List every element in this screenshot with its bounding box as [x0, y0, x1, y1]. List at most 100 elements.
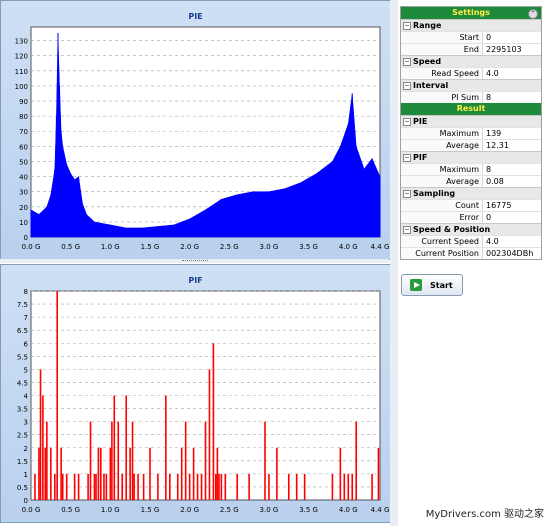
pif-chart-panel: PIF 8 7.5 7 6.5 6 5.5 5 4.5 4 3.5 3 2.5 2 1.5 1 0.5 0 0.0 …	[0, 264, 391, 523]
collapse-toggle-icon[interactable]: −	[403, 58, 411, 66]
x-tick-label: 1.5 G	[141, 243, 160, 251]
y-tick-label: 80	[19, 113, 28, 121]
section-label: PIE	[413, 117, 428, 126]
x-tick-label: 3.0 G	[260, 243, 279, 251]
y-tick-label: 60	[19, 143, 28, 151]
x-tick-label: 1.5 G	[141, 506, 160, 514]
collapse-toggle-icon[interactable]: −	[403, 82, 411, 90]
property-key: Average	[401, 140, 483, 151]
property-row[interactable]: Maximum 8	[401, 163, 541, 175]
section-speed[interactable]: − Speed	[401, 55, 541, 67]
x-tick-label: 2.0 G	[180, 243, 199, 251]
pif-chart: PIF 8 7.5 7 6.5 6 5.5 5 4.5 4 3.5 3 2.5 2 1.5 1 0.5 00.0 …	[17, 276, 390, 514]
property-row[interactable]: Count 16775	[401, 199, 541, 211]
x-tick-label: 0.5 G	[61, 243, 80, 251]
property-value[interactable]: 139	[483, 128, 541, 139]
collapse-toggle-icon[interactable]: −	[403, 154, 411, 162]
settings-header-label: Settings	[452, 8, 490, 17]
property-value[interactable]: 8	[483, 164, 541, 175]
section-label: Range	[413, 21, 442, 30]
property-key: Maximum	[401, 128, 483, 139]
settings-header: Settings ⌃	[401, 7, 541, 19]
property-key: Current Position	[401, 248, 483, 259]
property-key: Start	[401, 32, 483, 43]
property-value[interactable]: 002304DBh	[483, 248, 541, 259]
y-tick-label: 90	[19, 98, 28, 106]
property-row[interactable]: Maximum 139	[401, 127, 541, 139]
x-tick-label: 0.5 G	[61, 506, 80, 514]
splitter-grip[interactable]	[182, 260, 208, 263]
y-tick-label: 3	[24, 419, 28, 427]
property-row[interactable]: End 2295103	[401, 43, 541, 55]
result-header: Result	[401, 103, 541, 115]
x-tick-label: 2.5 G	[220, 506, 239, 514]
y-tick-label: 130	[15, 38, 28, 46]
x-tick-label: 1.0 G	[101, 243, 120, 251]
y-tick-label: 50	[19, 158, 28, 166]
section-pie[interactable]: − PIE	[401, 115, 541, 127]
section-pif[interactable]: − PIF	[401, 151, 541, 163]
chart-splitter[interactable]	[0, 259, 389, 263]
property-row[interactable]: Read Speed 4.0	[401, 67, 541, 79]
y-tick-label: 0	[24, 234, 28, 242]
property-value[interactable]: 12.31	[483, 140, 541, 151]
pie-chart: PIE13012011010090807060504030201000.0 G0…	[15, 12, 390, 251]
y-tick-label: 2.5	[17, 432, 28, 440]
property-row[interactable]: Error 0	[401, 211, 541, 223]
section-interval[interactable]: − Interval	[401, 79, 541, 91]
property-row[interactable]: Start 0	[401, 31, 541, 43]
x-tick-label: 1.0 G	[101, 506, 120, 514]
property-row[interactable]: PI Sum 8	[401, 91, 541, 103]
y-tick-label: 70	[19, 128, 28, 136]
property-value[interactable]: 0	[483, 212, 541, 223]
panel-divider[interactable]	[390, 0, 398, 526]
section-label: Speed & Position	[413, 225, 491, 234]
x-tick-label: 4.0 G	[339, 506, 358, 514]
property-key: PI Sum	[401, 92, 483, 103]
property-value[interactable]: 0	[483, 32, 541, 43]
collapse-icon[interactable]: ⌃	[528, 9, 538, 19]
property-key: Error	[401, 212, 483, 223]
settings-grid: Settings ⌃ − Range Start 0 End 2295103− Speed R…	[400, 6, 542, 260]
property-row[interactable]: Average 12.31	[401, 139, 541, 151]
y-tick-label: 120	[15, 53, 28, 61]
property-value[interactable]: 2295103	[483, 44, 541, 55]
property-key: Count	[401, 200, 483, 211]
collapse-toggle-icon[interactable]: −	[403, 22, 411, 30]
y-tick-label: 4	[24, 393, 29, 401]
y-tick-label: 110	[15, 68, 28, 76]
start-button[interactable]: Start	[401, 274, 463, 296]
x-tick-label: 4.4 G	[371, 506, 390, 514]
y-tick-label: 0.5	[17, 484, 28, 492]
x-tick-label: 0.0 G	[22, 506, 41, 514]
collapse-toggle-icon[interactable]: −	[403, 190, 411, 198]
section-label: PIF	[413, 153, 428, 162]
result-header-label: Result	[456, 104, 486, 113]
watermark: MyDrivers.com 驱动之家	[425, 509, 544, 520]
property-key: Average	[401, 176, 483, 187]
property-row[interactable]: Average 0.08	[401, 175, 541, 187]
property-value[interactable]: 0.08	[483, 176, 541, 187]
y-tick-label: 1	[24, 471, 28, 479]
property-value[interactable]: 4.0	[483, 236, 541, 247]
start-button-label: Start	[430, 280, 453, 290]
y-tick-label: 7.5	[17, 301, 28, 309]
collapse-toggle-icon[interactable]: −	[403, 226, 411, 234]
section-label: Sampling	[413, 189, 456, 198]
section-sampling[interactable]: − Sampling	[401, 187, 541, 199]
collapse-toggle-icon[interactable]: −	[403, 118, 411, 126]
property-key: End	[401, 44, 483, 55]
y-tick-label: 5	[24, 366, 28, 374]
property-value[interactable]: 8	[483, 92, 541, 103]
y-tick-label: 2	[24, 445, 28, 453]
property-row[interactable]: Current Speed 4.0	[401, 235, 541, 247]
property-value[interactable]: 4.0	[483, 68, 541, 79]
y-tick-label: 7	[24, 314, 28, 322]
section-range[interactable]: − Range	[401, 19, 541, 31]
section-speed-position[interactable]: − Speed & Position	[401, 223, 541, 235]
pie-chart-panel: PIE 130 120 110 100 90 80 70 60 50 40 30 20 10 0 0.0 G0…	[0, 0, 391, 260]
property-value[interactable]: 16775	[483, 200, 541, 211]
property-row[interactable]: Current Position 002304DBh	[401, 247, 541, 259]
y-tick-label: 6.5	[17, 327, 28, 335]
y-tick-label: 3.5	[17, 406, 28, 414]
